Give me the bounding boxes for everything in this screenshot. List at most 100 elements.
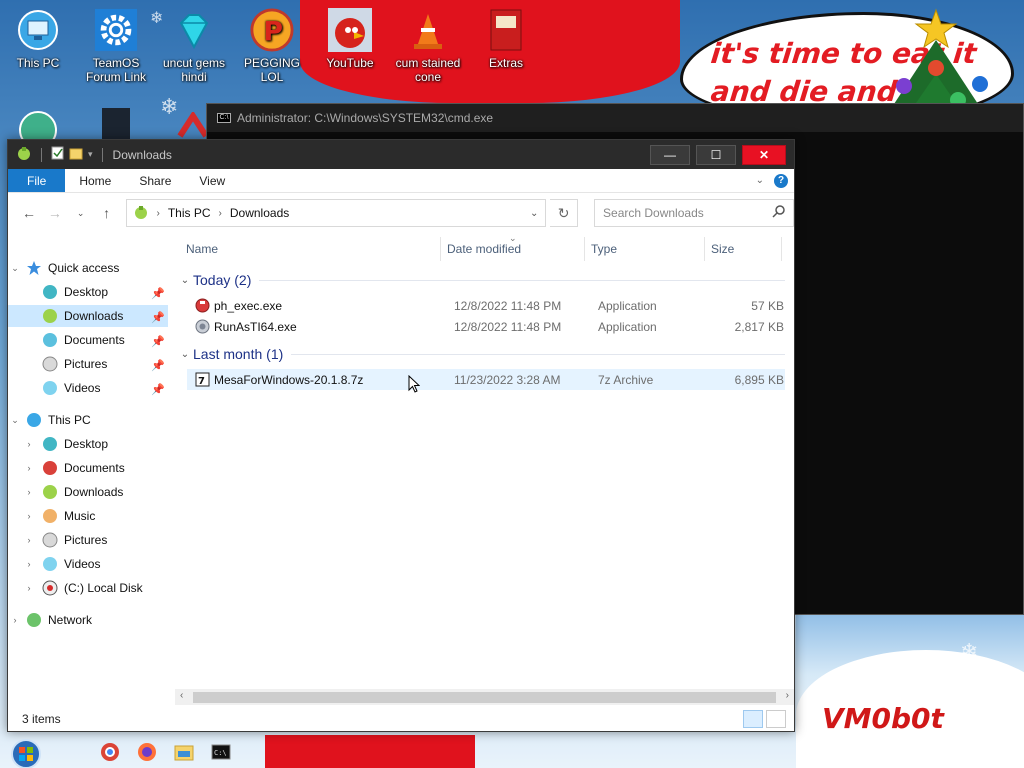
desktop-icon-label: This PC [16, 56, 60, 70]
desktop-icon-youtube[interactable]: YouTube [312, 8, 388, 70]
minimize-button[interactable]: — [650, 144, 690, 165]
refresh-button[interactable]: ↻ [550, 199, 579, 227]
desktop-icon-this-pc[interactable]: This PC [0, 8, 76, 70]
chrome-taskbar-icon[interactable] [98, 740, 122, 764]
collapse-chevron-icon[interactable]: ⌄ [8, 263, 22, 274]
address-bar[interactable]: › This PC › Downloads ⌄ [125, 199, 547, 227]
expand-chevron-icon[interactable]: › [22, 559, 36, 569]
expand-ribbon-icon[interactable]: ⌄ [756, 175, 764, 186]
file-explorer-taskbar-icon[interactable] [172, 740, 196, 764]
explorer-titlebar[interactable]: ▾ Downloads — ☐ ✕ [8, 140, 794, 169]
large-icons-view-button[interactable] [766, 710, 786, 728]
expand-chevron-icon[interactable]: › [22, 535, 36, 545]
column-divider[interactable] [584, 237, 585, 261]
back-arrow-icon[interactable]: ← [18, 205, 40, 221]
pin-icon[interactable]: 📌 [151, 383, 165, 396]
breadcrumb-chevron-icon[interactable]: › [219, 208, 222, 219]
properties-icon[interactable] [51, 146, 64, 163]
column-date-modified[interactable]: Date modified [447, 242, 521, 256]
column-name[interactable]: Name [186, 242, 218, 256]
nav-pc-documents[interactable]: › Documents [8, 457, 168, 479]
nav-pc-local-disk[interactable]: › (C:) Local Disk [8, 577, 168, 599]
desktop-icon-cone[interactable]: cum stained cone [390, 8, 466, 84]
cmd-titlebar[interactable]: C:\ Administrator: C:\Windows\SYSTEM32\c… [207, 104, 1023, 132]
tab-file[interactable]: File [8, 169, 66, 192]
nav-quick-downloads[interactable]: Downloads [8, 305, 168, 327]
pin-icon[interactable]: 📌 [151, 359, 165, 372]
expand-chevron-icon[interactable]: › [8, 615, 22, 625]
recent-locations-chevron-icon[interactable]: ⌄ [70, 208, 92, 219]
search-box[interactable]: Search Downloads [594, 199, 794, 227]
group-collapse-chevron-icon[interactable]: ⌄ [177, 275, 193, 286]
forward-arrow-icon[interactable]: → [44, 205, 66, 221]
nav-this-pc[interactable]: ⌄ This PC [8, 409, 168, 431]
start-button[interactable] [6, 736, 46, 768]
column-divider[interactable] [704, 237, 705, 261]
explorer-window[interactable]: ▾ Downloads — ☐ ✕ File Home Share View ⌄… [7, 139, 795, 732]
breadcrumb-chevron-icon[interactable]: › [157, 208, 160, 219]
nav-quick-videos[interactable]: Videos [8, 377, 168, 399]
nav-quick-documents[interactable]: Documents [8, 329, 168, 351]
group-last-month[interactable]: ⌄ Last month (1) [175, 343, 785, 365]
desktop-icon-label: uncut gems hindi [162, 56, 226, 84]
table-row[interactable]: 7 MesaForWindows-20.1.8.7z 11/23/2022 3:… [187, 369, 785, 390]
nav-quick-access[interactable]: ⌄ Quick access [8, 257, 168, 279]
column-type[interactable]: Type [591, 242, 617, 256]
pin-icon[interactable]: 📌 [151, 287, 165, 300]
breadcrumb-downloads[interactable]: Downloads [230, 206, 289, 220]
desktop-icon-teamos[interactable]: TeamOS Forum Link [78, 8, 154, 84]
column-size[interactable]: Size [711, 242, 734, 256]
address-dropdown-icon[interactable]: ⌄ [523, 208, 545, 219]
expand-chevron-icon[interactable]: › [22, 439, 36, 449]
desktop-icon-partial[interactable] [176, 110, 210, 140]
horizontal-scrollbar[interactable]: ‹ › [175, 689, 794, 705]
desktop-icon-uncut-gems[interactable]: uncut gems hindi [156, 8, 232, 84]
scrollbar-thumb[interactable] [193, 692, 776, 703]
tab-home[interactable]: Home [65, 169, 125, 192]
search-input[interactable]: Search Downloads [603, 206, 772, 220]
close-button[interactable]: ✕ [742, 144, 786, 165]
desktop-icon-extras[interactable]: Extras [468, 8, 544, 70]
breadcrumb-this-pc[interactable]: This PC [168, 206, 211, 220]
scroll-right-arrow-icon[interactable]: › [786, 690, 789, 701]
tab-share[interactable]: Share [125, 169, 185, 192]
nav-pc-videos[interactable]: › Videos [8, 553, 168, 575]
desktop-icon-pegging[interactable]: P PEGGING LOL [234, 8, 310, 84]
nav-label: Network [48, 613, 93, 627]
cmd-taskbar-icon[interactable]: C:\ [209, 740, 233, 764]
firefox-taskbar-icon[interactable] [135, 740, 159, 764]
group-today[interactable]: ⌄ Today (2) [175, 269, 785, 291]
collapse-chevron-icon[interactable]: ⌄ [8, 415, 22, 426]
pin-icon[interactable]: 📌 [151, 311, 165, 324]
nav-pc-downloads[interactable]: › Downloads [8, 481, 168, 503]
p-logo-icon: P [250, 8, 294, 52]
desktop-icon-partial[interactable] [18, 108, 58, 149]
scroll-left-arrow-icon[interactable]: ‹ [180, 690, 183, 701]
file-list[interactable]: Name Date modified ⌄ Type Size ⌄ Today (… [175, 233, 794, 707]
up-arrow-icon[interactable]: ↑ [96, 205, 118, 221]
details-view-button[interactable] [743, 710, 763, 728]
expand-chevron-icon[interactable]: › [22, 583, 36, 593]
maximize-button[interactable]: ☐ [696, 144, 736, 165]
pin-icon[interactable]: 📌 [151, 335, 165, 348]
table-row[interactable]: RunAsTI64.exe 12/8/2022 11:48 PM Applica… [187, 316, 785, 337]
table-row[interactable]: ph_exec.exe 12/8/2022 11:48 PM Applicati… [187, 295, 785, 316]
new-folder-icon[interactable] [69, 146, 83, 163]
nav-network[interactable]: › Network [8, 609, 168, 631]
expand-chevron-icon[interactable]: › [22, 511, 36, 521]
desktop-icon-partial[interactable] [102, 108, 130, 140]
expand-chevron-icon[interactable]: › [22, 463, 36, 473]
nav-pc-pictures[interactable]: › Pictures [8, 529, 168, 551]
nav-pc-music[interactable]: › Music [8, 505, 168, 527]
navigation-pane[interactable]: ⌄ Quick access Desktop 📌 Downloads 📌 Doc… [8, 233, 175, 707]
customize-chevron-icon[interactable]: ▾ [88, 149, 93, 160]
nav-quick-pictures[interactable]: Pictures [8, 353, 168, 375]
column-divider[interactable] [781, 237, 782, 261]
column-divider[interactable] [440, 237, 441, 261]
nav-pc-desktop[interactable]: › Desktop [8, 433, 168, 455]
help-icon[interactable]: ? [774, 173, 788, 188]
group-collapse-chevron-icon[interactable]: ⌄ [177, 349, 193, 360]
expand-chevron-icon[interactable]: › [22, 487, 36, 497]
tab-view[interactable]: View [185, 169, 239, 192]
nav-quick-desktop[interactable]: Desktop [8, 281, 168, 303]
